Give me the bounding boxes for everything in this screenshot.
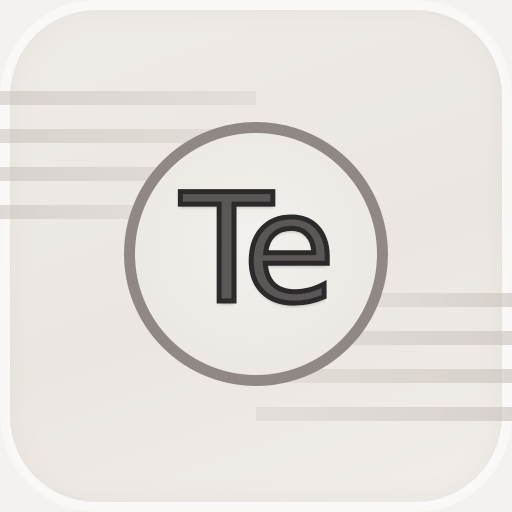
decorative-stripe (0, 91, 256, 105)
decorative-stripe (372, 293, 512, 307)
decorative-stripe (256, 407, 512, 421)
icon-tile: Te (0, 0, 512, 512)
app-icon: Te (0, 0, 512, 512)
logo-text: Te (178, 163, 337, 337)
decorative-stripe (0, 205, 150, 219)
